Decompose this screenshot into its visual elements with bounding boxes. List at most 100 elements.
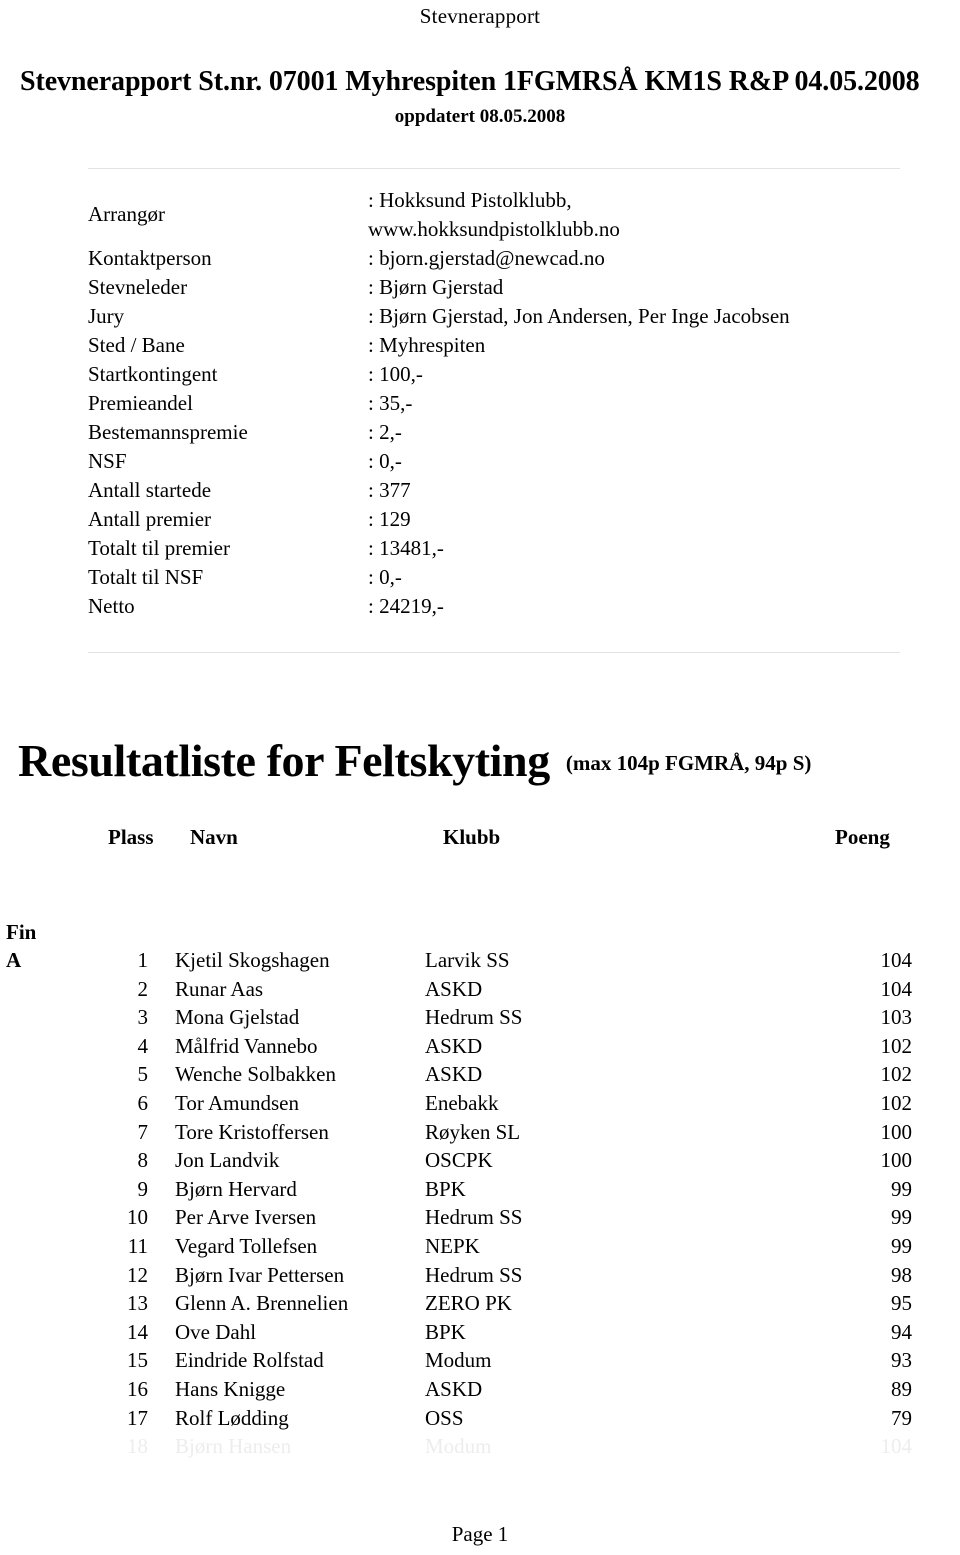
info-label: Sted / Bane (88, 333, 185, 357)
cell-navn: Per Arve Iversen (175, 1205, 317, 1230)
cell-klubb: NEPK (425, 1233, 480, 1258)
cell-navn: Bjørn Hervard (175, 1176, 297, 1201)
cell-plass: 5 (137, 1062, 149, 1087)
cell-klubb: ASKD (425, 976, 483, 1001)
cell-plass: 14 (127, 1319, 148, 1344)
info-label: NSF (88, 449, 127, 473)
info-row: Startkontingent : 100,- (88, 360, 918, 389)
cell-navn: Bjørn Ivar Pettersen (175, 1262, 345, 1287)
cell-plass: 1 (137, 948, 149, 972)
cell-poeng: 99 (891, 1176, 912, 1201)
cell-plass: 15 (127, 1348, 148, 1373)
cell-poeng: 89 (891, 1376, 912, 1401)
cell-navn: Målfrid Vannebo (175, 1033, 318, 1058)
column-header-navn: Navn (190, 825, 238, 849)
class-name-label: Fin (6, 920, 37, 944)
cell-poeng: 104 (880, 976, 913, 1001)
cell-navn: Eindride Rolfstad (175, 1348, 324, 1373)
cell-navn: Rolf Lødding (175, 1405, 289, 1430)
cell-poeng: 104 (880, 948, 913, 972)
cell-navn: Hans Knigge (175, 1376, 286, 1401)
results-max-note: (max 104p FGMRÅ, 94p S) (565, 751, 812, 775)
results-heading: Resultatliste for Feltskyting (max 104p F… (18, 733, 811, 789)
table-row: 6 Tor Amundsen Enebakk 102 (0, 1089, 960, 1118)
info-label: Totalt til NSF (88, 565, 204, 589)
table-row: 15 Eindride Rolfstad Modum 93 (0, 1346, 960, 1375)
info-value: : bjorn.gjerstad@newcad.no (368, 246, 605, 270)
info-row: Totalt til NSF : 0,- (88, 563, 918, 592)
table-row: 8 Jon Landvik OSCPK 100 (0, 1146, 960, 1175)
info-label: Premieandel (88, 391, 193, 415)
info-label: Bestemannspremie (88, 420, 248, 444)
table-row: 4 Målfrid Vannebo ASKD 102 (0, 1032, 960, 1061)
info-row: Bestemannspremie : 2,- (88, 418, 918, 447)
cell-plass: 4 (137, 1033, 149, 1058)
info-value: : 35,- (368, 391, 413, 415)
info-value: : 2,- (368, 420, 402, 444)
info-value: : 0,- (368, 565, 402, 589)
cell-klubb: Larvik SS (425, 948, 510, 972)
cell-plass: 2 (137, 976, 149, 1001)
info-label: Startkontingent (88, 362, 218, 386)
cell-navn: Tor Amundsen (175, 1090, 299, 1115)
info-value: : Myhrespiten (368, 333, 486, 357)
info-row: Arrangør : Hokksund Pistolklubb, www.hokk… (88, 186, 918, 244)
table-row: 1 Kjetil Skogshagen Larvik SS 104 (0, 946, 960, 975)
table-row: 9 Bjørn Hervard BPK 99 (0, 1175, 960, 1204)
info-label: Stevneleder (88, 275, 188, 299)
info-label: Arrangør (88, 202, 165, 226)
info-row: NSF : 0,- (88, 447, 918, 476)
info-row: Antall premier: 129 (88, 505, 918, 534)
info-value: : 0,- (368, 449, 402, 473)
info-value: : Bjørn Gjerstad, Jon Andersen, Per Inge… (368, 304, 790, 328)
cell-klubb: Hedrum SS (425, 1005, 523, 1030)
cell-navn: Vegard Tollefsen (175, 1233, 318, 1258)
info-value: : 100,- (368, 362, 423, 386)
cell-klubb: Hedrum SS (425, 1262, 523, 1287)
table-row: 3 Mona Gjelstad Hedrum SS 103 (0, 1003, 960, 1032)
cell-klubb: Enebakk (425, 1090, 499, 1115)
info-value: : Bjørn Gjerstad (368, 275, 504, 299)
cell-navn: Mona Gjelstad (175, 1005, 300, 1030)
cell-navn: Ove Dahl (175, 1319, 257, 1344)
cell-klubb: BPK (425, 1319, 466, 1344)
cell-klubb: ASKD (425, 1062, 483, 1087)
info-value: : Hokksund Pistolklubb, www.hokksundpist… (368, 188, 620, 241)
cell-poeng: 104 (880, 1434, 913, 1459)
cell-poeng: 103 (880, 1005, 913, 1030)
cell-plass: 3 (137, 1005, 149, 1030)
cell-poeng: 100 (880, 1148, 913, 1173)
column-header-klubb: Klubb (443, 825, 501, 849)
cell-plass: 9 (137, 1176, 149, 1201)
cell-poeng: 93 (891, 1348, 912, 1373)
info-value: : 377 (368, 478, 411, 502)
cell-plass: 17 (127, 1405, 148, 1430)
page-footer: Page 1 (451, 1522, 509, 1546)
info-row: Jury: Bjørn Gjerstad, Jon Andersen, Per … (88, 302, 918, 331)
info-value: : 24219,- (368, 594, 444, 618)
table-row: 5 Wenche Solbakken ASKD 102 (0, 1060, 960, 1089)
cell-poeng: 98 (891, 1262, 912, 1287)
cell-poeng: 99 (891, 1233, 912, 1258)
cell-poeng: 99 (891, 1205, 912, 1230)
column-header-plass: Plass (108, 825, 154, 849)
cell-plass: 13 (127, 1291, 148, 1316)
cell-klubb: Modum (425, 1434, 492, 1459)
info-value: : 13481,- (368, 536, 444, 560)
table-row: 11 Vegard Tollefsen NEPK 99 (0, 1232, 960, 1261)
info-row: Premieandel : 35,- (88, 389, 918, 418)
info-row: Antall startede : 377 (88, 476, 918, 505)
cell-navn: Jon Landvik (175, 1148, 280, 1173)
info-row: Netto: 24219,- (88, 592, 918, 621)
cell-plass: 16 (127, 1376, 148, 1401)
info-label: Antall startede (88, 478, 212, 502)
cell-klubb: ZERO PK (425, 1291, 512, 1316)
table-row: 12 Bjørn Ivar Pettersen Hedrum SS 98 (0, 1261, 960, 1290)
results-rows: 1 Kjetil Skogshagen Larvik SS 104 2 Runar Aas… (0, 946, 960, 1461)
info-row: Totalt til premier: 13481,- (88, 534, 918, 563)
column-header-poeng: Poeng (835, 825, 890, 849)
table-row: 2 Runar Aas ASKD 104 (0, 975, 960, 1004)
divider-bottom (88, 652, 900, 653)
info-row: Sted / Bane : Myhrespiten (88, 331, 918, 360)
page-subtitle: oppdatert 08.05.2008 (394, 106, 566, 127)
